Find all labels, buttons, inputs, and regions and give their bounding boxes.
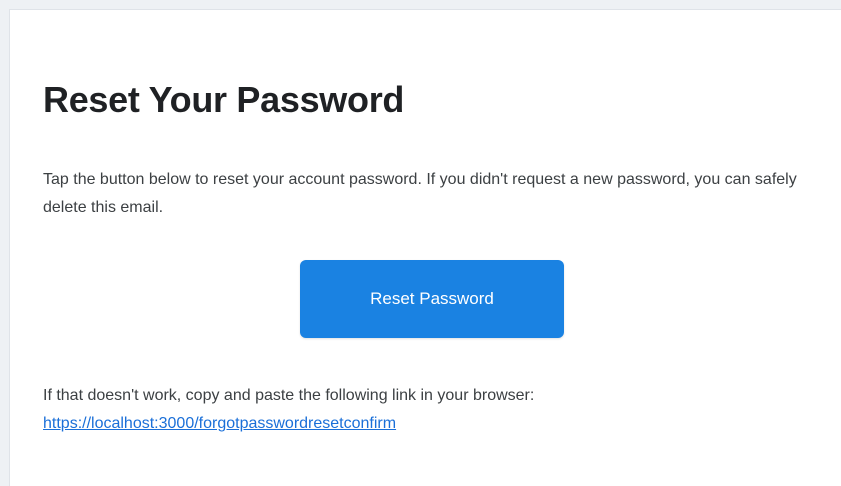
email-intro-text: Tap the button below to reset your accou… xyxy=(43,171,797,216)
button-row: Reset Password xyxy=(43,260,821,338)
fallback-paragraph: If that doesn't work, copy and paste the… xyxy=(43,382,841,438)
fallback-reset-link[interactable]: https://localhost:3000/forgotpasswordres… xyxy=(43,415,396,432)
fallback-text: If that doesn't work, copy and paste the… xyxy=(43,387,535,404)
reset-password-button[interactable]: Reset Password xyxy=(300,260,564,338)
email-headline: Reset Your Password xyxy=(43,79,405,120)
email-card: Reset Your Password Tap the button below… xyxy=(9,9,841,486)
